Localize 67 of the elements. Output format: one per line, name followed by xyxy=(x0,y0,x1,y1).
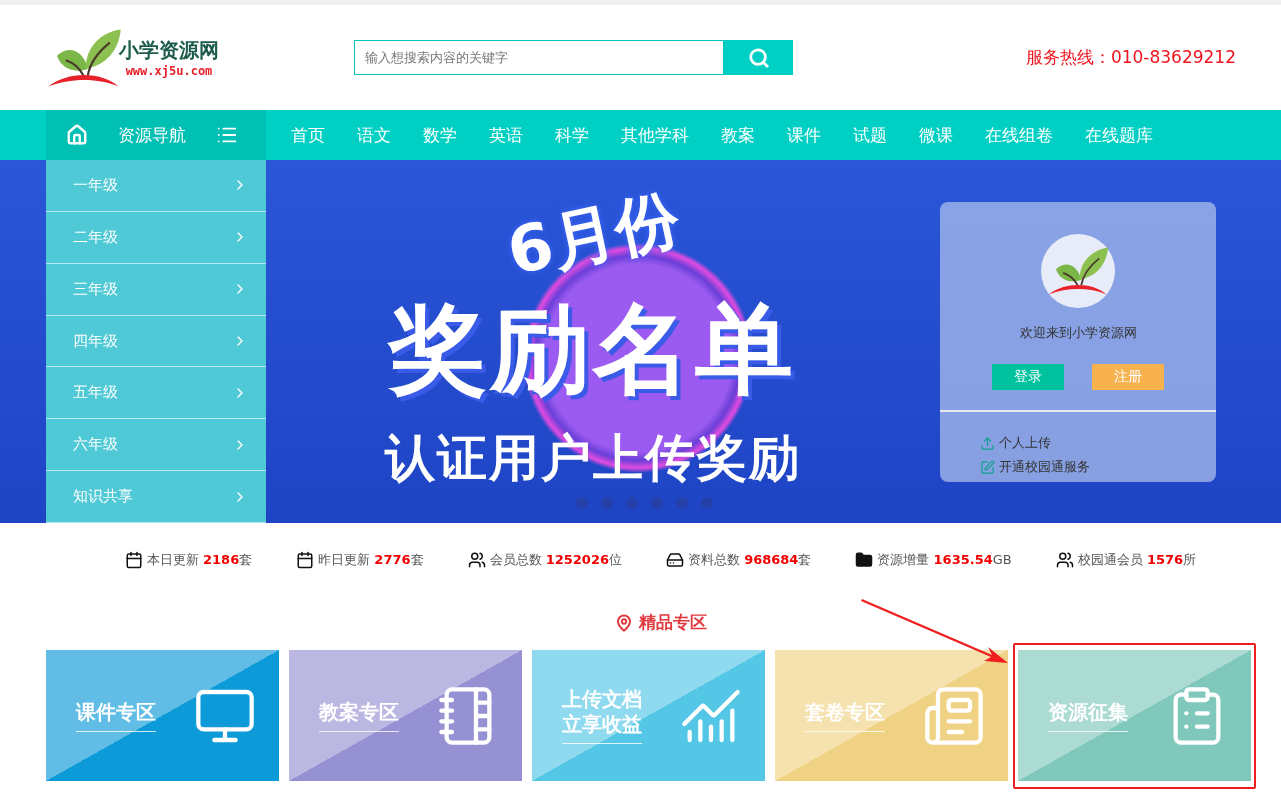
nav-link[interactable]: 试题 xyxy=(853,123,903,147)
banner-month: 6月份 xyxy=(499,179,686,291)
stat-text: 本日更新 2186套 xyxy=(146,551,253,569)
tile-title: 套卷专区 xyxy=(805,699,885,732)
feature-tile[interactable]: 课件专区 xyxy=(46,650,279,781)
search-icon xyxy=(747,46,770,69)
grade-menu-item[interactable]: 六年级 xyxy=(46,419,266,472)
feature-tile[interactable]: 套卷专区 xyxy=(775,650,1008,781)
grade-menu-item[interactable]: 三年级 xyxy=(46,263,266,316)
logo-url: www.xj5u.com xyxy=(125,64,213,78)
nav-link[interactable]: 英语 xyxy=(489,123,539,147)
tile-title: 资源征集 xyxy=(1048,699,1128,732)
login-button[interactable]: 登录 xyxy=(992,364,1064,390)
search-button[interactable] xyxy=(724,40,793,75)
nav-link[interactable]: 教案 xyxy=(721,123,771,147)
nav-link[interactable]: 首页 xyxy=(291,123,341,147)
nav-link[interactable]: 其他学科 xyxy=(621,123,705,147)
grade-menu-item[interactable]: 知识共享 xyxy=(46,471,266,523)
stat-text: 资源增量 1635.54GB xyxy=(877,551,1012,569)
users-icon xyxy=(1055,551,1074,569)
nav-link[interactable]: 课件 xyxy=(787,123,837,147)
tile-title: 上传文档 立享收益 xyxy=(562,687,642,744)
stat-text: 资料总数 968684套 xyxy=(688,551,812,569)
carousel-dot[interactable] xyxy=(576,497,588,509)
grade-menu-item[interactable]: 二年级 xyxy=(46,211,266,264)
stat-text: 会员总数 1252026位 xyxy=(489,551,622,569)
nav-link[interactable]: 在线题库 xyxy=(1085,123,1169,147)
drive-icon xyxy=(666,551,684,569)
nav-link[interactable]: 语文 xyxy=(357,123,407,147)
edit-icon xyxy=(980,459,995,475)
stat-text: 校园通会员 1576所 xyxy=(1077,551,1197,569)
hotline-text: 服务热线：010-83629212 xyxy=(1025,46,1236,69)
calendar-icon xyxy=(124,551,143,569)
nav-link[interactable]: 微课 xyxy=(919,123,969,147)
card-link[interactable]: 个人上传 xyxy=(980,434,1090,452)
carousel-dot[interactable] xyxy=(701,497,713,509)
carousel-dot[interactable] xyxy=(651,497,663,509)
grade-menu-item[interactable]: 一年级 xyxy=(46,160,266,212)
tile-title: 教案专区 xyxy=(319,699,399,732)
stat-text: 昨日更新 2776套 xyxy=(318,551,424,569)
grade-menu-item[interactable]: 四年级 xyxy=(46,315,266,368)
location-pin-icon xyxy=(614,613,633,632)
home-icon xyxy=(66,124,88,146)
upload-icon xyxy=(980,435,995,451)
grade-menu-item[interactable]: 五年级 xyxy=(46,367,266,420)
logo-name: 小学资源网 xyxy=(119,37,219,64)
folder-icon xyxy=(855,551,874,569)
tile-title: 课件专区 xyxy=(76,699,156,732)
feature-tile[interactable]: 资源征集 xyxy=(1018,650,1251,781)
register-button[interactable]: 注册 xyxy=(1092,364,1164,390)
section-title: 精品专区 xyxy=(638,611,707,634)
carousel-dot[interactable] xyxy=(676,497,688,509)
feature-tile[interactable]: 上传文档 立享收益 xyxy=(532,650,765,781)
nav-link[interactable]: 在线组卷 xyxy=(985,123,1069,147)
users-icon xyxy=(467,551,486,569)
banner-subline: 认证用户上传奖励 xyxy=(385,427,801,489)
nav-link[interactable]: 数学 xyxy=(423,123,473,147)
card-link[interactable]: 开通校园通服务 xyxy=(980,458,1090,476)
welcome-text: 欢迎来到小学资源网 xyxy=(1019,324,1137,342)
category-menu[interactable]: 资源导航 xyxy=(46,110,266,160)
feature-tile[interactable]: 教案专区 xyxy=(289,650,522,781)
search-field[interactable]: 输入想搜索内容的关键字 xyxy=(354,40,724,75)
calendar-icon xyxy=(296,551,315,569)
category-label: 资源导航 xyxy=(118,123,186,147)
nav-link[interactable]: 科学 xyxy=(555,123,605,147)
carousel-dot[interactable] xyxy=(601,497,613,509)
carousel-dot[interactable] xyxy=(626,497,638,509)
